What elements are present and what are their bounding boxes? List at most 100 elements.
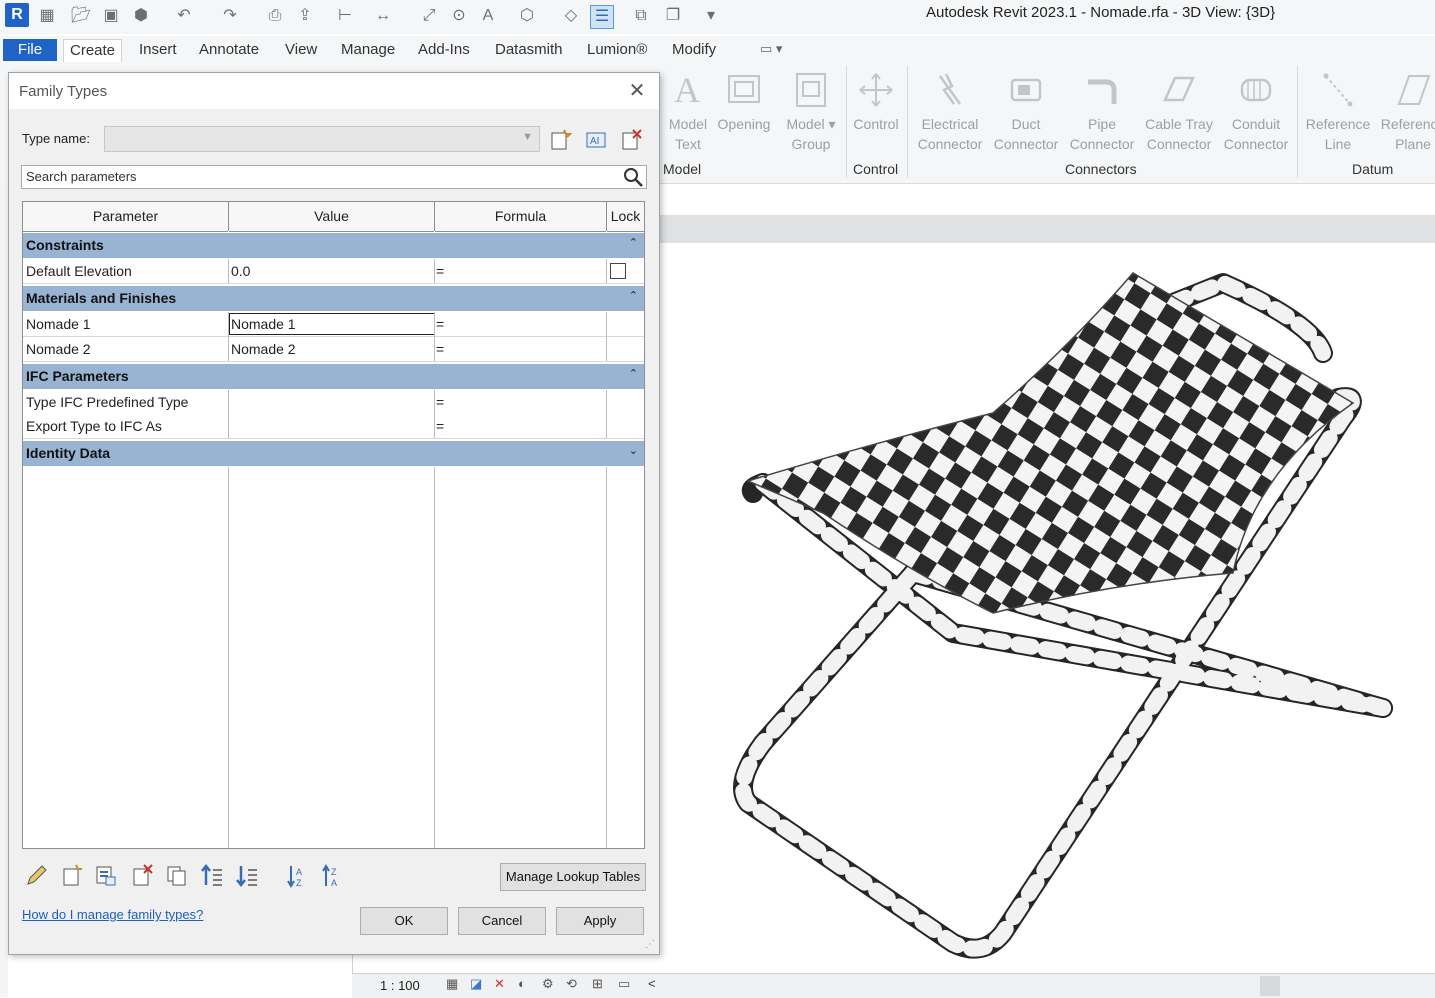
control-button[interactable]: Control: [850, 70, 902, 134]
group-identity-data[interactable]: Identity Data ⌄: [23, 441, 644, 466]
temp-hide-icon[interactable]: ▭: [618, 976, 630, 992]
electrical-connector-button[interactable]: Electrical Connector: [914, 70, 986, 154]
parameter-formula[interactable]: =: [436, 414, 604, 438]
tag-icon[interactable]: ⊙: [448, 5, 470, 27]
help-link[interactable]: How do I manage family types?: [22, 907, 203, 922]
tab-datasmith[interactable]: Datasmith: [495, 39, 563, 61]
ribbon-options-icon[interactable]: ▭ ▾: [760, 41, 782, 57]
switch-windows-icon[interactable]: ❐: [662, 5, 684, 27]
crop-view-icon[interactable]: ⟲: [566, 976, 577, 992]
cancel-button[interactable]: Cancel: [458, 907, 546, 935]
shadows-icon[interactable]: ◐: [518, 976, 526, 991]
conduit-connector-button[interactable]: Conduit Connector: [1220, 70, 1292, 154]
new-parameter-icon[interactable]: [59, 863, 85, 889]
resize-grip-icon[interactable]: ⋰: [645, 939, 655, 950]
collapse-icon[interactable]: ⌃: [629, 231, 638, 256]
redo-icon[interactable]: ↷: [219, 5, 241, 27]
parameter-row[interactable]: Nomade 2 Nomade 2 =: [23, 337, 644, 362]
model-group-button[interactable]: Model ▾ Group: [785, 70, 837, 154]
tab-insert[interactable]: Insert: [139, 39, 177, 61]
reference-plane-button[interactable]: ReferencePlane: [1377, 70, 1435, 154]
parameter-value[interactable]: [231, 390, 431, 414]
group-materials-and-finishes[interactable]: Materials and Finishes ⌃: [23, 286, 644, 311]
parameter-formula[interactable]: =: [436, 337, 604, 361]
detail-level-icon[interactable]: ▦: [446, 976, 458, 992]
tab-lumion[interactable]: Lumion®: [587, 39, 647, 61]
tab-create[interactable]: Create: [63, 39, 123, 62]
search-parameters-field[interactable]: Search parameters: [21, 165, 647, 189]
home-icon[interactable]: ▦: [36, 5, 58, 27]
apply-button[interactable]: Apply: [556, 907, 644, 935]
parameter-formula[interactable]: =: [436, 390, 604, 414]
cable-tray-connector-button[interactable]: Cable Tray Connector: [1142, 70, 1216, 154]
manage-lookup-tables-button[interactable]: Manage Lookup Tables: [500, 863, 646, 891]
ok-button[interactable]: OK: [360, 907, 448, 935]
column-header-formula[interactable]: Formula: [435, 202, 606, 232]
model-text-button[interactable]: A Model Text: [664, 70, 712, 154]
hide-crop-icon[interactable]: ⊞: [592, 976, 603, 992]
opening-button[interactable]: Opening: [714, 70, 774, 134]
move-down-icon[interactable]: [234, 863, 260, 889]
measure-icon[interactable]: ⊢: [334, 5, 356, 27]
rename-type-icon[interactable]: AI: [584, 128, 608, 152]
export-icon[interactable]: ⇪: [294, 5, 316, 27]
group-constraints[interactable]: Constraints ⌃: [23, 233, 644, 258]
thin-lines-icon[interactable]: ☰: [590, 5, 614, 29]
copy-parameter-icon[interactable]: [164, 863, 190, 889]
column-header-lock[interactable]: Lock: [607, 202, 644, 232]
tab-view[interactable]: View: [285, 39, 317, 61]
parameter-row[interactable]: Export Type to IFC As =: [23, 414, 644, 439]
collapse-bar-icon[interactable]: <: [648, 976, 656, 991]
column-header-parameter[interactable]: Parameter: [23, 202, 228, 232]
sun-path-icon[interactable]: ✕: [494, 976, 505, 992]
customize-qat-icon[interactable]: ▾: [700, 5, 722, 27]
delete-type-icon[interactable]: [619, 128, 643, 152]
parameter-value[interactable]: 0.0: [231, 259, 431, 283]
parameter-row[interactable]: Default Elevation 0.0 =: [23, 259, 644, 284]
render-icon[interactable]: ⚙: [542, 976, 554, 992]
collapse-icon[interactable]: ⌃: [629, 362, 638, 387]
collapse-icon[interactable]: ⌃: [629, 284, 638, 309]
delete-parameter-icon[interactable]: [129, 863, 155, 889]
move-up-icon[interactable]: [199, 863, 225, 889]
expand-icon[interactable]: ⌄: [629, 439, 638, 464]
revit-logo-icon[interactable]: R: [5, 3, 29, 27]
visual-style-icon[interactable]: ◪: [470, 976, 482, 992]
sort-descending-icon[interactable]: ZA: [320, 863, 346, 889]
column-header-value[interactable]: Value: [229, 202, 434, 232]
pipe-connector-button[interactable]: Pipe Connector: [1066, 70, 1138, 154]
reference-line-button[interactable]: Reference Line: [1302, 70, 1374, 154]
parameter-value[interactable]: [231, 414, 431, 438]
view-scale[interactable]: 1 : 100: [380, 978, 420, 993]
print-icon[interactable]: ⎙: [264, 5, 286, 27]
scrollbar-thumb[interactable]: [1260, 976, 1280, 996]
align-icon[interactable]: ⤢: [418, 5, 440, 27]
tab-add-ins[interactable]: Add-Ins: [418, 39, 470, 61]
parameter-row[interactable]: Nomade 1 Nomade 1 =: [23, 312, 644, 337]
text-icon[interactable]: A: [477, 5, 499, 27]
tab-manage[interactable]: Manage: [341, 39, 395, 61]
open-icon[interactable]: 📂︎: [70, 5, 92, 27]
close-hidden-icon[interactable]: ⧉: [630, 5, 652, 27]
parameter-row[interactable]: Type IFC Predefined Type =: [23, 390, 644, 415]
dimension-icon[interactable]: ↔: [372, 5, 394, 27]
tab-file[interactable]: File: [3, 39, 57, 61]
parameter-formula[interactable]: =: [436, 312, 604, 336]
3d-view-icon[interactable]: ⬡: [516, 5, 538, 27]
edit-parameter-icon[interactable]: [23, 863, 49, 889]
new-type-icon[interactable]: [548, 128, 572, 152]
tab-modify[interactable]: Modify: [672, 39, 716, 61]
sync-icon[interactable]: ⬢: [130, 5, 152, 27]
search-icon[interactable]: [622, 167, 644, 187]
tab-annotate[interactable]: Annotate: [199, 39, 259, 61]
undo-icon[interactable]: ↶: [173, 5, 195, 27]
lock-checkbox[interactable]: [610, 263, 626, 279]
parameter-value[interactable]: Nomade 2: [231, 337, 431, 361]
parameter-value-editor[interactable]: Nomade 1: [229, 313, 435, 335]
close-icon[interactable]: ✕: [625, 79, 649, 103]
sort-ascending-icon[interactable]: AZ: [285, 863, 311, 889]
section-icon[interactable]: ◇: [560, 5, 582, 27]
parameter-formula[interactable]: =: [436, 259, 604, 283]
type-name-combo[interactable]: ▼: [104, 126, 540, 152]
save-icon[interactable]: ▣: [100, 5, 122, 27]
